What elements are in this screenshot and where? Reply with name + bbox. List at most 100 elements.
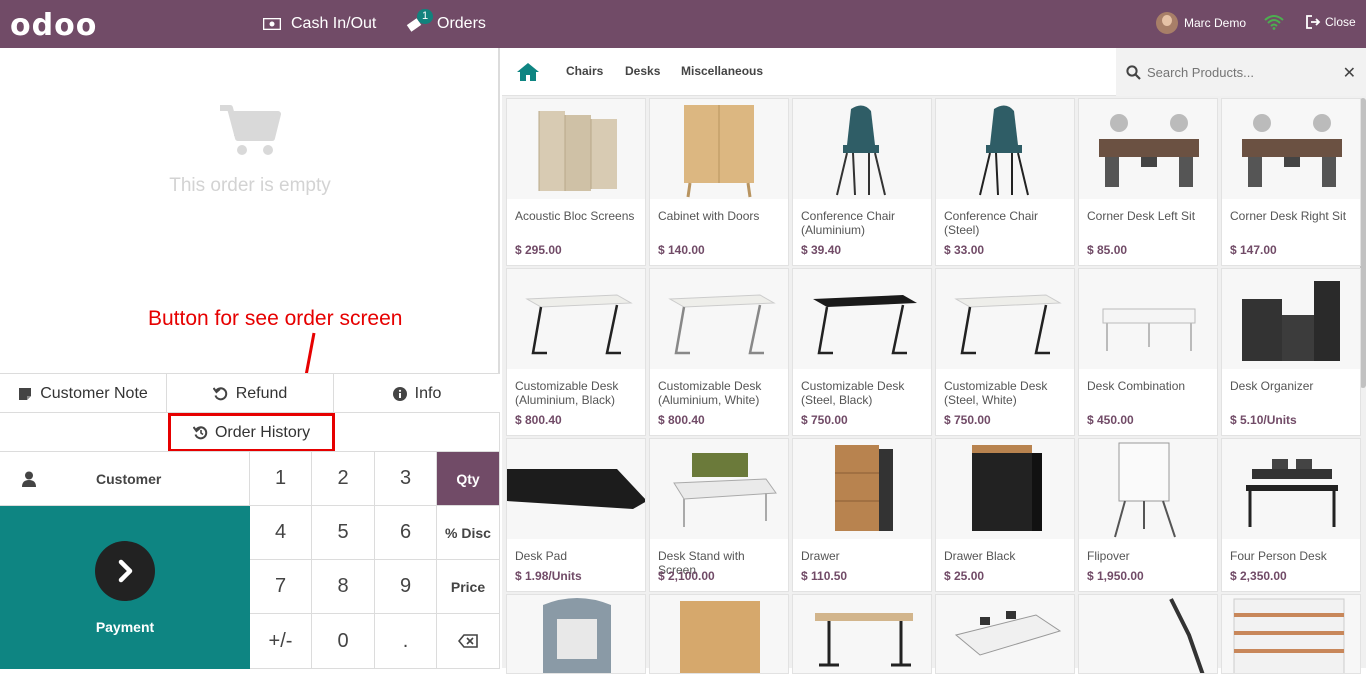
product-card[interactable]: Customizable Desk (Aluminium, Black) $ 8… <box>506 268 646 436</box>
product-name: Cabinet with Doors <box>658 209 760 223</box>
product-image <box>507 269 645 369</box>
cash-in-out-label: Cash In/Out <box>291 15 377 32</box>
payment-button[interactable]: Payment <box>0 506 250 669</box>
orders-count-badge: 1 <box>417 9 434 24</box>
search-box: ✕ <box>1116 48 1366 96</box>
product-image <box>1079 99 1217 199</box>
product-card[interactable]: Conference Chair (Aluminium) $ 39.40 <box>792 98 932 266</box>
product-image <box>1222 99 1360 199</box>
product-card[interactable]: Customizable Desk (Aluminium, White) $ 8… <box>649 268 789 436</box>
product-price: $ 295.00 <box>515 243 562 257</box>
close-button[interactable]: Close <box>1306 15 1356 29</box>
numpad-key-0[interactable]: 0 <box>312 614 375 669</box>
order-history-button[interactable]: Order History <box>168 413 335 452</box>
product-name: Desk Organizer <box>1230 379 1314 393</box>
price-mode-button[interactable]: Price <box>437 560 500 614</box>
product-card[interactable]: Desk Combination $ 450.00 <box>1078 268 1218 436</box>
product-card[interactable]: Customizable Desk (Steel, Black) $ 750.0… <box>792 268 932 436</box>
order-history-row: Order History <box>0 412 500 452</box>
close-label: Close <box>1325 15 1356 29</box>
product-card[interactable] <box>792 594 932 674</box>
user-menu[interactable]: Marc Demo <box>1156 12 1246 34</box>
product-image <box>1222 595 1360 673</box>
sign-out-icon <box>1306 15 1321 29</box>
product-card[interactable]: Drawer $ 110.50 <box>792 438 932 592</box>
history-icon <box>192 426 208 440</box>
product-name: Customizable Desk (Steel, Black) <box>801 379 905 407</box>
chevron-right-icon <box>95 540 155 601</box>
product-card[interactable] <box>935 594 1075 674</box>
numpad-key-6[interactable]: 6 <box>375 506 437 560</box>
product-price: $ 5.10/Units <box>1230 413 1297 427</box>
product-card[interactable] <box>506 594 646 674</box>
product-card[interactable] <box>1221 594 1361 674</box>
product-card[interactable]: Desk Pad $ 1.98/Units <box>506 438 646 592</box>
product-card[interactable]: Four Person Desk $ 2,350.00 <box>1221 438 1361 592</box>
numpad-key-1[interactable]: 1 <box>250 452 312 506</box>
numpad-key-7[interactable]: 7 <box>250 560 312 614</box>
products-pane: Chairs Desks Miscellaneous ✕ Acoustic Bl… <box>502 48 1366 674</box>
shopping-cart-icon <box>218 102 282 163</box>
product-image <box>1079 269 1217 369</box>
product-price: $ 2,100.00 <box>658 569 715 583</box>
product-name: Corner Desk Right Sit <box>1230 209 1347 223</box>
cash-in-out-button[interactable]: Cash In/Out <box>263 0 376 48</box>
info-button[interactable]: Info <box>334 374 500 413</box>
numpad-key-2[interactable]: 2 <box>312 452 375 506</box>
product-card[interactable]: Acoustic Bloc Screens $ 295.00 <box>506 98 646 266</box>
product-image <box>793 99 931 199</box>
product-name: Conference Chair (Aluminium) <box>801 209 896 237</box>
numpad-key-8[interactable]: 8 <box>312 560 375 614</box>
product-card[interactable]: Flipover $ 1,950.00 <box>1078 438 1218 592</box>
product-price: $ 85.00 <box>1087 243 1128 257</box>
backspace-button[interactable] <box>437 614 500 669</box>
product-card[interactable]: Desk Organizer $ 5.10/Units <box>1221 268 1361 436</box>
numpad-key-5[interactable]: 5 <box>312 506 375 560</box>
product-image <box>936 595 1074 673</box>
numpad-area: Customer Payment 1 2 3 Qty 4 5 6 % Disc … <box>0 451 500 669</box>
product-image <box>936 99 1074 199</box>
plus-minus-button[interactable]: +/- <box>250 614 312 669</box>
category-chairs[interactable]: Chairs <box>566 64 603 78</box>
product-card[interactable] <box>1078 594 1218 674</box>
product-card[interactable]: Desk Stand with Screen $ 2,100.00 <box>649 438 789 592</box>
product-image <box>936 439 1074 539</box>
product-price: $ 750.00 <box>944 413 991 427</box>
numpad-key-4[interactable]: 4 <box>250 506 312 560</box>
product-card[interactable] <box>649 594 789 674</box>
product-card[interactable]: Cabinet with Doors $ 140.00 <box>649 98 789 266</box>
discount-mode-button[interactable]: % Disc <box>437 506 500 560</box>
product-card[interactable]: Corner Desk Left Sit $ 85.00 <box>1078 98 1218 266</box>
product-name: Drawer <box>801 549 840 563</box>
category-bar: Chairs Desks Miscellaneous ✕ <box>502 48 1366 96</box>
product-card[interactable]: Customizable Desk (Steel, White) $ 750.0… <box>935 268 1075 436</box>
refund-button[interactable]: Refund <box>167 374 334 413</box>
orders-button[interactable]: 1 Orders <box>405 0 486 48</box>
category-miscellaneous[interactable]: Miscellaneous <box>681 64 763 78</box>
product-name: Customizable Desk (Steel, White) <box>944 379 1048 407</box>
customer-button[interactable]: Customer <box>0 452 250 506</box>
product-image <box>507 439 645 539</box>
product-card[interactable]: Conference Chair (Steel) $ 33.00 <box>935 98 1075 266</box>
product-image <box>793 439 931 539</box>
product-price: $ 450.00 <box>1087 413 1134 427</box>
backspace-icon <box>458 634 478 648</box>
search-input[interactable] <box>1147 64 1327 80</box>
product-image <box>1222 269 1360 369</box>
product-image <box>936 269 1074 369</box>
wifi-icon <box>1264 14 1284 35</box>
home-icon[interactable] <box>516 62 540 87</box>
category-desks[interactable]: Desks <box>625 64 660 78</box>
numpad-key-3[interactable]: 3 <box>375 452 437 506</box>
qty-mode-button[interactable]: Qty <box>437 452 500 506</box>
decimal-point-button[interactable]: . <box>375 614 437 669</box>
numpad-key-9[interactable]: 9 <box>375 560 437 614</box>
user-icon <box>22 471 36 487</box>
product-card[interactable]: Drawer Black $ 25.00 <box>935 438 1075 592</box>
product-price: $ 25.00 <box>944 569 985 583</box>
customer-note-button[interactable]: Customer Note <box>0 374 167 413</box>
product-price: $ 1,950.00 <box>1087 569 1144 583</box>
product-price: $ 33.00 <box>944 243 985 257</box>
product-card[interactable]: Corner Desk Right Sit $ 147.00 <box>1221 98 1361 266</box>
clear-search-icon[interactable]: ✕ <box>1343 63 1356 83</box>
